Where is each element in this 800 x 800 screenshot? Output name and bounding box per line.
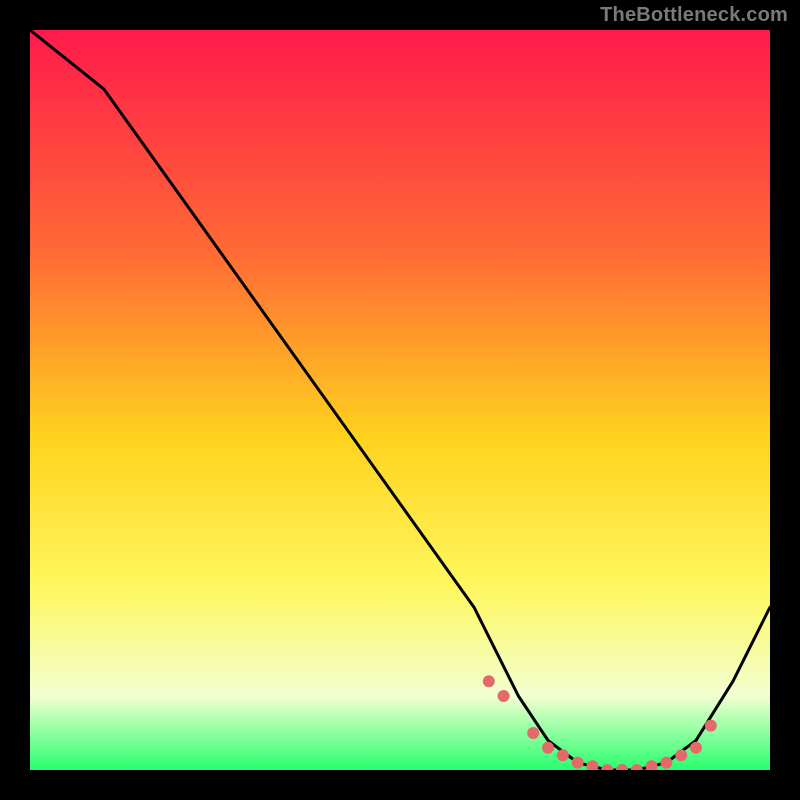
bottleneck-plot xyxy=(0,0,800,800)
marker-point xyxy=(616,764,628,776)
marker-point xyxy=(483,675,495,687)
marker-point xyxy=(675,749,687,761)
marker-point xyxy=(542,742,554,754)
marker-point xyxy=(572,757,584,769)
marker-point xyxy=(527,727,539,739)
chart-stage: TheBottleneck.com xyxy=(0,0,800,800)
marker-point xyxy=(690,742,702,754)
marker-point xyxy=(646,760,658,772)
marker-point xyxy=(705,720,717,732)
marker-point xyxy=(557,749,569,761)
marker-point xyxy=(660,757,672,769)
marker-point xyxy=(586,760,598,772)
marker-point xyxy=(631,764,643,776)
marker-point xyxy=(601,764,613,776)
watermark-text: TheBottleneck.com xyxy=(600,4,788,27)
marker-point xyxy=(498,690,510,702)
